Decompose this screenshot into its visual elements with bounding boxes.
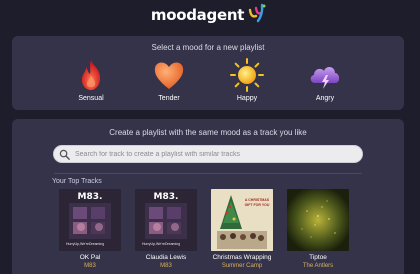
moodagent-logo-icon [247, 2, 269, 29]
mood-label-sensual: Sensual [78, 95, 104, 102]
mood-label-angry: Angry [315, 95, 335, 102]
app-header: moodagent [0, 0, 420, 30]
top-tracks-label: Your Top Tracks [52, 178, 102, 185]
track-artist: M83 [84, 263, 96, 269]
track-item[interactable]: M83. HurryUp,We'reDreaming Claudia Lewis… [135, 189, 197, 269]
track-title: Tiptoe [309, 254, 327, 261]
album-cover: M83. HurryUp,We'reDreaming [59, 189, 121, 251]
cover-text: M83. [77, 192, 103, 202]
cover-text: M83. [153, 192, 179, 202]
mood-tender[interactable]: Tender [139, 57, 199, 102]
album-cover [287, 189, 349, 251]
top-tracks-list: M83. HurryUp,We'reDreaming OK Pal M83 M8… [59, 189, 349, 269]
flame-icon [81, 60, 101, 90]
track-search-panel: Create a playlist with the same mood as … [12, 119, 404, 274]
track-item[interactable]: M83. HurryUp,We'reDreaming OK Pal M83 [59, 189, 121, 269]
cover-caption: HurryUp,We'reDreaming [142, 242, 181, 246]
cover-caption: HurryUp,We'reDreaming [66, 242, 105, 246]
track-title: OK Pal [79, 254, 101, 261]
mood-angry[interactable]: Angry [295, 57, 355, 102]
track-artist: The Antlers [302, 263, 334, 269]
track-title: Christmas Wrapping [212, 254, 272, 261]
track-artist: M83 [160, 263, 172, 269]
divider [54, 173, 362, 174]
logo-text: moodagent [150, 6, 245, 24]
track-item[interactable]: A CHRISTMAS GIFT FOR YOU Christmas Wrapp… [211, 189, 273, 269]
album-cover: A CHRISTMAS GIFT FOR YOU [211, 189, 273, 251]
track-item[interactable]: Tiptoe The Antlers [287, 189, 349, 269]
mood-sensual[interactable]: Sensual [61, 57, 121, 102]
cover-text: A CHRISTMAS GIFT FOR YOU [244, 198, 270, 207]
mood-list: Sensual Tender Happy Angry [12, 57, 404, 102]
track-search-box[interactable] [53, 145, 363, 163]
storm-cloud-icon [310, 67, 340, 89]
moodagent-logo[interactable]: moodagent [151, 2, 269, 29]
sun-icon [230, 58, 264, 92]
mood-label-happy: Happy [236, 95, 258, 102]
track-artist: Summer Camp [221, 263, 263, 269]
album-cover: M83. HurryUp,We'reDreaming [135, 189, 197, 251]
search-icon [59, 149, 70, 160]
mood-selector-panel: Select a mood for a new playlist Sensual [12, 36, 404, 110]
mood-label-tender: Tender [158, 95, 180, 102]
track-search-heading: Create a playlist with the same mood as … [109, 128, 307, 137]
heart-icon [154, 62, 184, 89]
track-title: Claudia Lewis [145, 254, 187, 261]
mood-heading: Select a mood for a new playlist [151, 43, 265, 52]
mood-happy[interactable]: Happy [217, 57, 277, 102]
track-search-input[interactable] [75, 150, 355, 158]
